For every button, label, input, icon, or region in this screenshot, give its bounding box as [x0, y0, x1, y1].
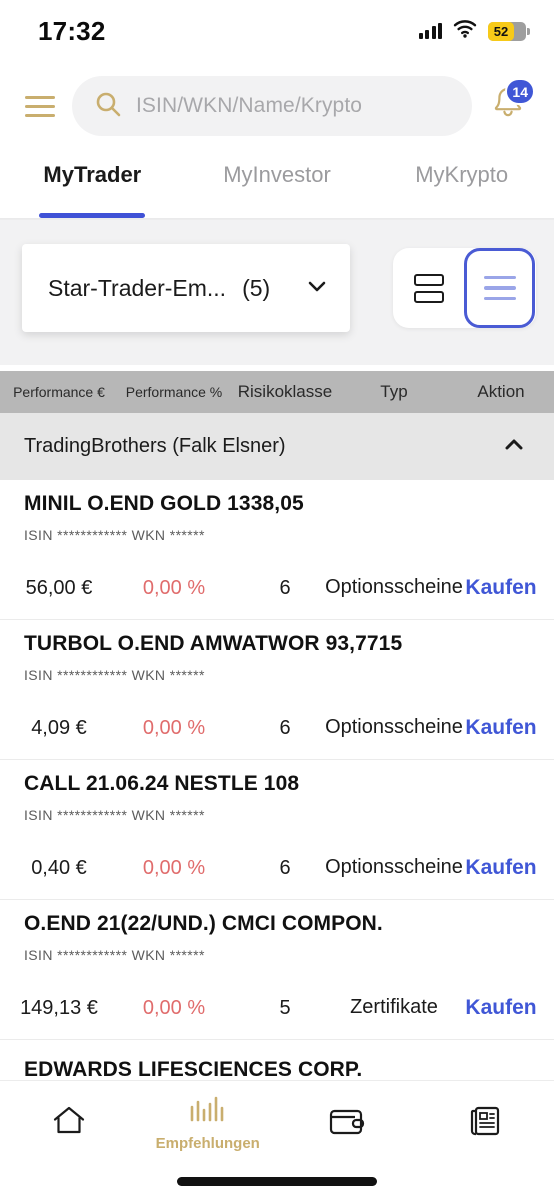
cell-typ: Zertifikate — [350, 996, 438, 1019]
row-cells: 56,00 € 0,00 % 6 Optionsscheine Kaufen — [0, 558, 554, 618]
news-icon — [468, 1104, 502, 1143]
row-title: O.END 21(22/UND.) CMCI COMPON. — [24, 912, 383, 935]
status-indicators: 52 — [418, 19, 530, 43]
main-tabs: MyTrader MyInvestor MyKrypto — [0, 150, 554, 218]
home-icon — [51, 1104, 87, 1143]
status-clock: 17:32 — [38, 15, 106, 46]
row-title: CALL 21.06.24 NESTLE 108 — [24, 772, 300, 795]
column-header-performance-pct[interactable]: Performance % — [118, 384, 230, 400]
column-header-aktion[interactable]: Aktion — [448, 382, 554, 402]
chevron-down-icon — [304, 273, 330, 304]
cell-performance-eur: 0,40 € — [31, 856, 87, 879]
wifi-icon — [453, 19, 477, 43]
card-view-icon — [413, 273, 444, 303]
cell-performance-eur: 149,13 € — [20, 996, 98, 1019]
app-root: 17:32 52 ISIN/WKN/Name/Krypto 14 MyTrade… — [0, 0, 554, 1200]
card-view-button[interactable] — [393, 248, 464, 328]
cell-risikoklasse: 6 — [279, 716, 291, 739]
cell-performance-eur: 4,09 € — [31, 716, 87, 739]
selector-band: Star-Trader-Em... (5) — [0, 220, 554, 565]
cell-typ: Optionsscheine — [325, 716, 463, 739]
column-header-performance-eur[interactable]: Performance € — [0, 384, 118, 400]
row-cells: 149,13 € 0,00 % 5 Zertifikate Kaufen — [0, 978, 554, 1038]
table-row[interactable]: O.END 21(22/UND.) CMCI COMPON. ISIN ****… — [0, 900, 554, 1040]
holdings-list: MINIL O.END GOLD 1338,05 ISIN **********… — [0, 480, 554, 1081]
notifications-button[interactable]: 14 — [482, 78, 535, 132]
buy-link[interactable]: Kaufen — [448, 698, 554, 758]
nav-item-empfehlungen-label: Empfehlungen — [155, 1135, 260, 1152]
row-cells: 0,40 € 0,00 % 6 Optionsscheine Kaufen — [0, 838, 554, 898]
cell-performance-eur: 56,00 € — [25, 576, 93, 599]
cell-performance-pct: 0,00 % — [142, 576, 206, 599]
table-row[interactable]: MINIL O.END GOLD 1338,05 ISIN **********… — [0, 480, 554, 620]
portfolio-name: Star-Trader-Em... — [48, 274, 227, 301]
search-icon — [94, 90, 122, 123]
tab-myinvestor[interactable]: MyInvestor — [185, 150, 370, 218]
cell-risikoklasse: 6 — [279, 576, 291, 599]
column-header-risikoklasse[interactable]: Risikoklasse — [230, 382, 340, 402]
tab-mykrypto-label: MyKrypto — [415, 162, 509, 187]
nav-item-news[interactable] — [416, 1081, 554, 1165]
status-bar: 17:32 52 — [0, 0, 554, 62]
row-identifiers: ISIN ************ WKN ****** — [24, 807, 205, 823]
notification-badge: 14 — [505, 78, 535, 105]
tab-mytrader[interactable]: MyTrader — [0, 150, 185, 218]
row-cells: 4,09 € 0,00 % 6 Optionsscheine Kaufen — [0, 698, 554, 758]
home-indicator[interactable] — [177, 1177, 377, 1186]
battery-level: 52 — [493, 23, 509, 39]
table-row[interactable]: CALL 21.06.24 NESTLE 108 ISIN **********… — [0, 760, 554, 900]
row-title: EDWARDS LIFESCIENCES CORP. — [24, 1058, 363, 1081]
cell-risikoklasse: 6 — [279, 856, 291, 879]
cell-performance-pct: 0,00 % — [142, 996, 206, 1019]
nav-item-empfehlungen[interactable]: Empfehlungen — [139, 1081, 278, 1165]
list-view-icon — [483, 275, 516, 301]
table-row[interactable]: TURBOL O.END AMWATWOR 93,7715 ISIN *****… — [0, 620, 554, 760]
group-header[interactable]: TradingBrothers (Falk Elsner) — [0, 413, 554, 480]
table-column-header: Performance € Performance % Risikoklasse… — [0, 371, 554, 413]
search-input[interactable]: ISIN/WKN/Name/Krypto — [72, 76, 472, 136]
buy-link[interactable]: Kaufen — [448, 838, 554, 898]
wallet-icon — [327, 1105, 365, 1142]
cellular-signal-icon — [418, 23, 442, 39]
tab-mykrypto[interactable]: MyKrypto — [369, 150, 554, 218]
top-bar: ISIN/WKN/Name/Krypto 14 — [0, 62, 554, 150]
hamburger-menu-icon[interactable] — [18, 84, 62, 128]
search-placeholder: ISIN/WKN/Name/Krypto — [136, 94, 363, 117]
buy-link[interactable]: Kaufen — [448, 978, 554, 1038]
tab-myinvestor-label: MyInvestor — [223, 162, 331, 187]
list-view-button[interactable] — [464, 248, 535, 328]
row-title: TURBOL O.END AMWATWOR 93,7715 — [24, 632, 403, 655]
group-header-label: TradingBrothers (Falk Elsner) — [24, 435, 286, 457]
row-title: MINIL O.END GOLD 1338,05 — [24, 492, 304, 515]
bottom-navigation: Empfehlungen — [0, 1080, 554, 1200]
row-identifiers: ISIN ************ WKN ****** — [24, 527, 205, 543]
bar-chart-icon — [188, 1094, 228, 1129]
row-identifiers: ISIN ************ WKN ****** — [24, 947, 205, 963]
view-toggle-group — [393, 248, 536, 328]
chevron-up-icon — [500, 430, 528, 463]
cell-performance-pct: 0,00 % — [142, 856, 206, 879]
nav-item-wallet[interactable] — [277, 1081, 416, 1165]
cell-typ: Optionsscheine — [325, 576, 463, 599]
cell-risikoklasse: 5 — [279, 996, 291, 1019]
cell-typ: Optionsscheine — [325, 856, 463, 879]
nav-item-home[interactable] — [0, 1081, 139, 1165]
cell-performance-pct: 0,00 % — [142, 716, 206, 739]
battery-icon: 52 — [488, 21, 530, 41]
portfolio-count: (5) — [242, 274, 271, 301]
row-identifiers: ISIN ************ WKN ****** — [24, 667, 205, 683]
tab-mytrader-label: MyTrader — [43, 162, 142, 187]
portfolio-dropdown[interactable]: Star-Trader-Em... (5) — [22, 244, 350, 332]
buy-link[interactable]: Kaufen — [448, 558, 554, 618]
column-header-typ[interactable]: Typ — [340, 382, 448, 402]
